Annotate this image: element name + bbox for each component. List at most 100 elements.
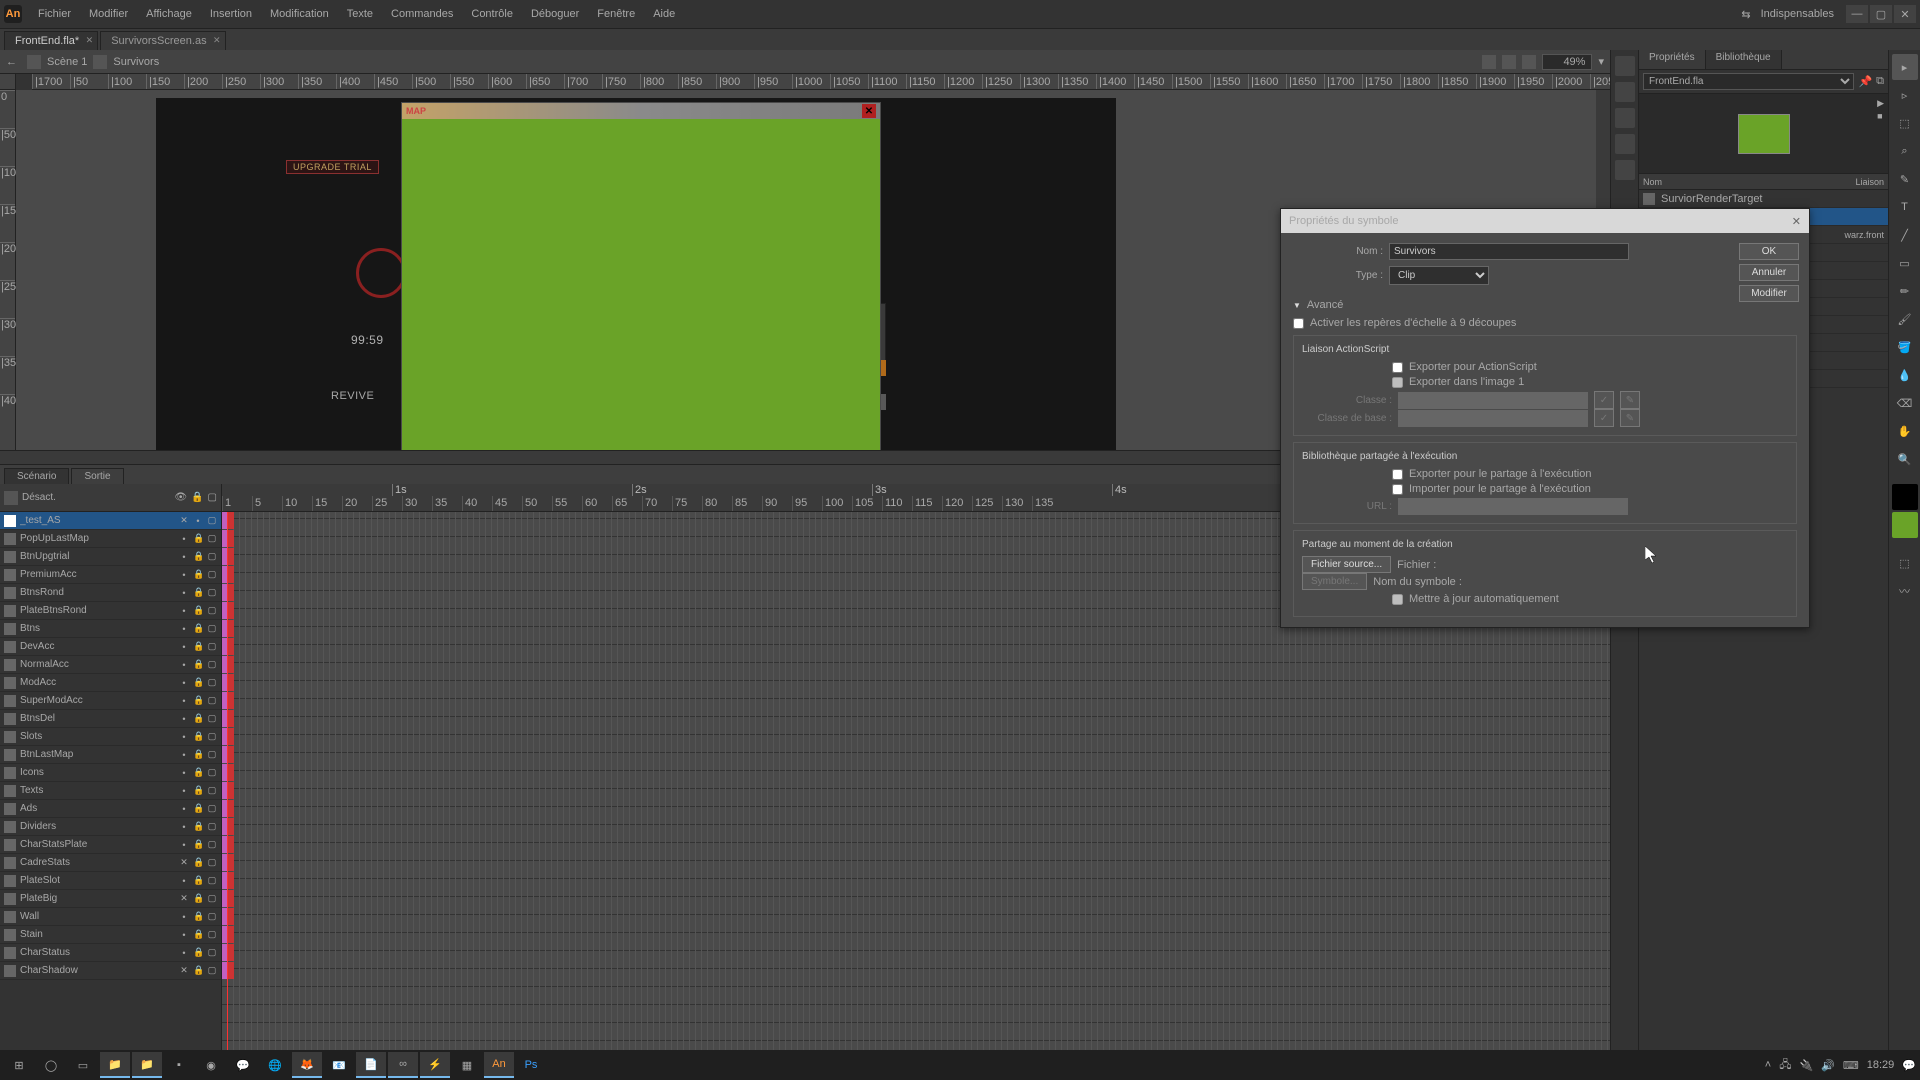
layer-visibility[interactable]: ✕ [179, 857, 189, 868]
layer-row[interactable]: PremiumAcc•🔒▢ [0, 566, 221, 584]
discord-task[interactable]: 💬 [228, 1052, 258, 1078]
layer-outline[interactable]: ▢ [207, 803, 217, 814]
scene-crumb[interactable]: Scène 1 [47, 56, 87, 68]
layer-row[interactable]: BtnsRond•🔒▢ [0, 584, 221, 602]
layer-visibility[interactable]: • [179, 624, 189, 634]
menu-fichier[interactable]: Fichier [30, 4, 79, 24]
library-file-select[interactable]: FrontEnd.fla [1643, 73, 1854, 90]
transform-panel-icon[interactable] [1615, 160, 1635, 180]
layer-row[interactable]: PlateSlot•🔒▢ [0, 872, 221, 890]
layer-outline[interactable]: ▢ [207, 623, 217, 634]
layer-outline[interactable]: ▢ [207, 713, 217, 724]
layer-lock[interactable]: 🔒 [193, 785, 203, 796]
menu-fenêtre[interactable]: Fenêtre [589, 4, 643, 24]
layer-lock[interactable]: 🔒 [193, 533, 203, 544]
layer-lock[interactable]: 🔒 [193, 677, 203, 688]
layer-visibility[interactable]: • [179, 930, 189, 940]
layer-row[interactable]: _test_AS✕•▢ [0, 512, 221, 530]
layer-visibility[interactable]: • [179, 606, 189, 616]
console-task[interactable]: ▪ [164, 1052, 194, 1078]
smooth-option[interactable]: 〰 [1892, 578, 1918, 604]
layer-outline[interactable]: ▢ [207, 875, 217, 886]
layer-row[interactable]: Stain•🔒▢ [0, 926, 221, 944]
name-input[interactable] [1389, 243, 1629, 260]
layer-new-icon[interactable] [4, 491, 18, 505]
lib-col-link[interactable]: Liaison [1855, 177, 1884, 187]
layer-lock[interactable]: 🔒 [193, 965, 203, 976]
layer-outline[interactable]: ▢ [207, 731, 217, 742]
layer-visibility[interactable]: ✕ [179, 893, 189, 904]
tray-notifications-icon[interactable]: 💬 [1902, 1059, 1916, 1072]
eye-icon[interactable]: 👁 [174, 492, 187, 503]
layer-lock[interactable]: 🔒 [193, 569, 203, 580]
layer-row[interactable]: Wall•🔒▢ [0, 908, 221, 926]
layer-outline[interactable]: ▢ [207, 785, 217, 796]
outlook-task[interactable]: 📧 [324, 1052, 354, 1078]
stroke-swatch[interactable] [1892, 484, 1918, 510]
eraser-tool[interactable]: ⌫ [1892, 390, 1918, 416]
clip-icon[interactable] [1482, 55, 1496, 69]
close-button[interactable]: ✕ [1894, 5, 1916, 23]
info-panel-icon[interactable] [1615, 134, 1635, 154]
menu-commandes[interactable]: Commandes [383, 4, 461, 24]
notepad-task[interactable]: 📄 [356, 1052, 386, 1078]
outline-icon[interactable]: ▢ [208, 492, 217, 503]
layer-row[interactable]: CharShadow✕🔒▢ [0, 962, 221, 980]
layer-outline[interactable]: ▢ [207, 839, 217, 850]
layer-row[interactable]: SuperModAcc•🔒▢ [0, 692, 221, 710]
layer-row[interactable]: CharStatsPlate•🔒▢ [0, 836, 221, 854]
layer-row[interactable]: DevAcc•🔒▢ [0, 638, 221, 656]
layer-row[interactable]: PlateBig✕🔒▢ [0, 890, 221, 908]
snap-option[interactable]: ⬚ [1892, 550, 1918, 576]
menu-affichage[interactable]: Affichage [138, 4, 200, 24]
layer-lock[interactable]: 🔒 [193, 911, 203, 922]
layer-row[interactable]: Btns•🔒▢ [0, 620, 221, 638]
layer-lock[interactable]: 🔒 [193, 695, 203, 706]
panel-tab-scénario[interactable]: Scénario [4, 468, 69, 484]
layer-lock[interactable]: 🔒 [193, 713, 203, 724]
layer-visibility[interactable]: • [179, 948, 189, 958]
layers-list[interactable]: _test_AS✕•▢PopUpLastMap•🔒▢BtnUpgtrial•🔒▢… [0, 512, 222, 1058]
layer-lock[interactable]: 🔒 [193, 605, 203, 616]
layer-outline[interactable]: ▢ [207, 947, 217, 958]
scene-nav-icon[interactable] [1502, 55, 1516, 69]
advanced-toggle[interactable]: Avancé [1293, 299, 1797, 311]
layer-outline[interactable]: ▢ [207, 821, 217, 832]
layer-visibility[interactable]: ✕ [179, 965, 189, 976]
layer-visibility[interactable]: • [179, 786, 189, 796]
tray-clock[interactable]: 18:29 [1867, 1059, 1895, 1071]
layer-outline[interactable]: ▢ [207, 965, 217, 976]
selection-tool[interactable]: ▸ [1892, 54, 1918, 80]
brush-tool[interactable]: 🖌 [1892, 306, 1918, 332]
ok-button[interactable]: OK [1739, 243, 1799, 260]
layer-outline[interactable]: ▢ [207, 515, 217, 526]
layer-lock[interactable]: 🔒 [193, 641, 203, 652]
panel-tab[interactable]: Propriétés [1639, 50, 1706, 69]
layer-lock[interactable]: 🔒 [193, 659, 203, 670]
layer-row[interactable]: CharStatus•🔒▢ [0, 944, 221, 962]
layer-outline[interactable]: ▢ [207, 857, 217, 868]
layer-row[interactable]: CadreStats✕🔒▢ [0, 854, 221, 872]
symbol-nav-icon[interactable] [1522, 55, 1536, 69]
animate-task[interactable]: An [484, 1052, 514, 1078]
layer-row[interactable]: Dividers•🔒▢ [0, 818, 221, 836]
layer-row[interactable]: Ads•🔒▢ [0, 800, 221, 818]
vs-task[interactable]: ∞ [388, 1052, 418, 1078]
menu-déboguer[interactable]: Déboguer [523, 4, 587, 24]
tray-network-icon[interactable]: 🖧 [1779, 1056, 1791, 1075]
steam-task[interactable]: ◉ [196, 1052, 226, 1078]
lock-icon[interactable]: 🔒 [191, 492, 203, 503]
doc-tab[interactable]: SurvivorsScreen.as✕ [100, 31, 225, 50]
cancel-button[interactable]: Annuler [1739, 264, 1799, 281]
layer-lock[interactable]: 🔒 [193, 731, 203, 742]
layer-outline[interactable]: ▢ [207, 605, 217, 616]
layer-visibility[interactable]: • [179, 822, 189, 832]
layer-lock[interactable]: 🔒 [193, 821, 203, 832]
pencil-tool[interactable]: ✏ [1892, 278, 1918, 304]
layer-outline[interactable]: ▢ [207, 587, 217, 598]
line-tool[interactable]: ╱ [1892, 222, 1918, 248]
menu-insertion[interactable]: Insertion [202, 4, 260, 24]
tray-power-icon[interactable]: 🔌 [1799, 1059, 1813, 1072]
layer-visibility[interactable]: • [179, 714, 189, 724]
layer-lock[interactable]: 🔒 [193, 947, 203, 958]
